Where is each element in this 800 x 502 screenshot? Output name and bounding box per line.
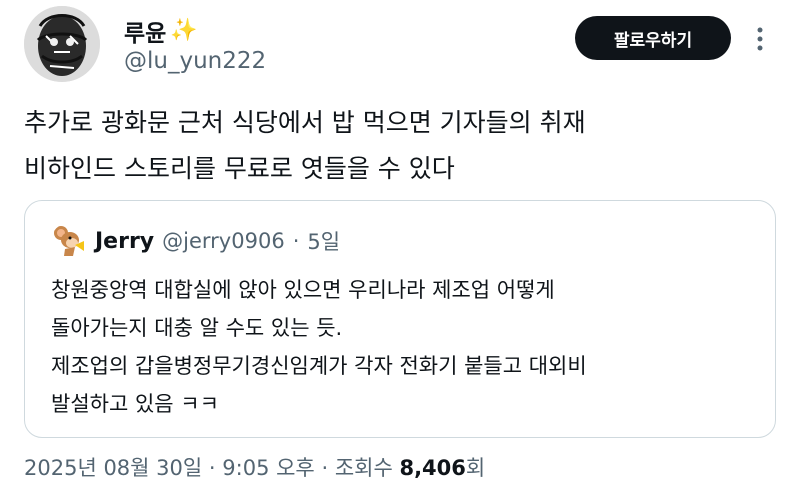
- quoted-tweet-header: Jerry @jerry0906 · 5일: [51, 223, 340, 259]
- quoted-text-line: 발설하고 있음 ㅋㅋ: [51, 392, 219, 416]
- tweet-text-line: 비하인드 스토리를 무료로 엿들을 수 있다: [24, 154, 455, 183]
- author-avatar[interactable]: [24, 6, 100, 82]
- tweet-text: 추가로 광화문 근처 식당에서 밥 먹으면 기자들의 취재 비하인드 스토리를 …: [24, 100, 764, 192]
- quoted-tweet-time[interactable]: 5일: [307, 226, 340, 256]
- views-count: 8,406: [399, 456, 466, 480]
- author-handle[interactable]: @lu_yun222: [124, 48, 266, 74]
- quoted-text-line: 제조업의 갑을병정무기경신임계가 각자 전화기 붙들고 대외비: [51, 354, 587, 378]
- meta-separator: ·: [321, 456, 329, 480]
- views-label: 조회수: [334, 456, 393, 480]
- quoted-tweet[interactable]: Jerry @jerry0906 · 5일 창원중앙역 대합실에 앉아 있으면 …: [24, 200, 776, 438]
- sparkles-icon: ✨: [170, 18, 198, 43]
- follow-button[interactable]: 팔로우하기: [575, 16, 731, 60]
- quoted-text-line: 돌아가는지 대충 알 수도 있는 듯.: [51, 316, 343, 340]
- more-options-button[interactable]: [752, 26, 768, 52]
- quoted-author-avatar[interactable]: [51, 223, 87, 259]
- sketch-portrait-avatar-icon: [24, 6, 100, 82]
- quoted-tweet-text: 창원중앙역 대합실에 앉아 있으면 우리나라 제조업 어떻게 돌아가는지 대충 …: [51, 271, 761, 423]
- quoted-author-name[interactable]: Jerry: [95, 229, 154, 254]
- meta-separator: ·: [292, 229, 300, 253]
- author-name-row: 루윤 ✨: [124, 14, 198, 48]
- author-display-name[interactable]: 루윤: [124, 14, 166, 48]
- views-suffix: 회: [465, 456, 486, 480]
- tweet-text-line: 추가로 광화문 근처 식당에서 밥 먹으면 기자들의 취재: [24, 108, 586, 137]
- jerry-mouse-avatar-icon: [51, 223, 87, 259]
- post-date[interactable]: 2025년 08월 30일: [24, 456, 202, 480]
- quoted-text-line: 창원중앙역 대합실에 앉아 있으면 우리나라 제조업 어떻게: [51, 278, 555, 302]
- meta-separator: ·: [208, 456, 216, 480]
- vertical-ellipsis-icon: [757, 27, 763, 51]
- quoted-author-handle[interactable]: @jerry0906: [162, 229, 285, 253]
- post-time[interactable]: 9:05 오후: [222, 456, 314, 480]
- tweet-meta-footer: 2025년 08월 30일 · 9:05 오후 · 조회수 8,406회: [24, 452, 485, 482]
